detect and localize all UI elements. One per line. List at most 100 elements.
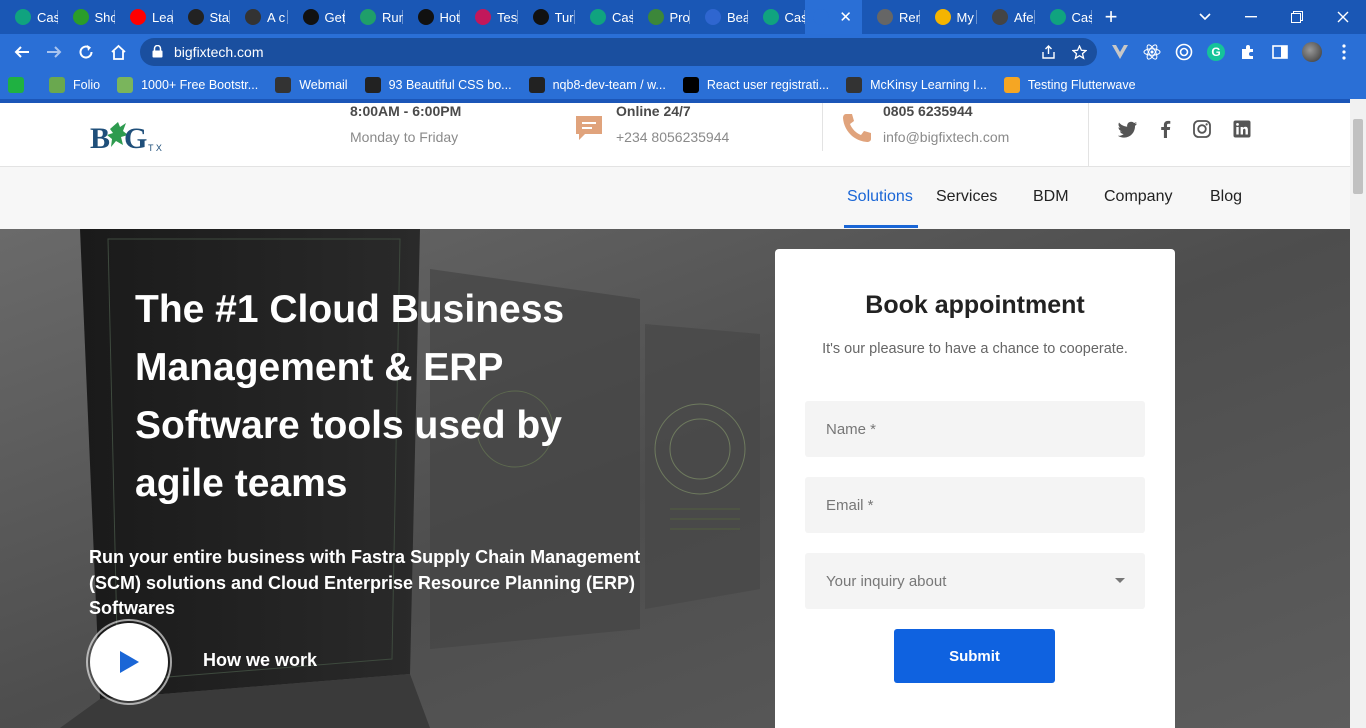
minimize-icon[interactable] bbox=[1228, 0, 1274, 34]
svg-text:T X: T X bbox=[148, 143, 162, 153]
nav-bdm[interactable]: BDM bbox=[1033, 188, 1069, 206]
facebook-icon[interactable] bbox=[1156, 119, 1176, 139]
terminal-icon bbox=[245, 9, 261, 25]
browser-tab[interactable]: Lea bbox=[115, 0, 173, 34]
webmail-icon bbox=[275, 76, 292, 93]
target-extension-icon[interactable] bbox=[1174, 42, 1194, 62]
tab-label: Get bbox=[324, 9, 346, 25]
bookmark-item[interactable]: React user registrati... bbox=[682, 76, 829, 93]
tab-label: Tur bbox=[554, 9, 574, 25]
name-input[interactable]: Name * bbox=[805, 401, 1145, 457]
browser-tab[interactable]: Cas bbox=[575, 0, 633, 34]
browser-tab[interactable]: Cas bbox=[0, 0, 58, 34]
play-video-button[interactable] bbox=[86, 619, 172, 705]
tab-label: A c bbox=[267, 9, 286, 25]
bookmark-item[interactable]: Webmail bbox=[275, 76, 348, 93]
email-placeholder: Email * bbox=[826, 496, 874, 514]
browser-tab[interactable]: Tur bbox=[518, 0, 576, 34]
header-divider bbox=[822, 103, 823, 151]
tab-label: Pro bbox=[669, 9, 690, 25]
linkedin-icon[interactable] bbox=[1232, 119, 1252, 139]
medium-icon bbox=[682, 76, 699, 93]
bookmark-item[interactable] bbox=[8, 76, 32, 93]
browser-tab[interactable]: Get bbox=[288, 0, 346, 34]
bigfix-logo[interactable]: B G T X bbox=[90, 117, 170, 157]
close-tab-icon[interactable]: ✕ bbox=[839, 8, 852, 26]
email-input[interactable]: Email * bbox=[805, 477, 1145, 533]
scrollbar-thumb[interactable] bbox=[1353, 119, 1363, 194]
browser-tab[interactable]: Cas bbox=[1035, 0, 1093, 34]
bookmark-label: McKinsy Learning I... bbox=[870, 77, 987, 92]
browser-tab[interactable]: Afe bbox=[977, 0, 1035, 34]
browser-tab[interactable]: ✕ bbox=[805, 0, 862, 34]
home-icon[interactable] bbox=[104, 38, 132, 66]
bookmark-item[interactable]: Folio bbox=[49, 76, 100, 93]
forward-icon[interactable] bbox=[40, 38, 68, 66]
check-icon bbox=[8, 76, 24, 93]
bea-icon bbox=[705, 9, 721, 25]
menu-kebab-icon[interactable] bbox=[1334, 42, 1354, 62]
bookmark-item[interactable]: nqb8-dev-team / w... bbox=[528, 76, 666, 93]
phone-alt[interactable]: +234 8056235944 bbox=[616, 129, 729, 145]
tab-list: Cas Sho Lea Sta A c Get Run Hot Tes Tur Cas Pro Bea C… bbox=[0, 0, 1092, 34]
globe-icon bbox=[846, 76, 863, 93]
tab-label: Rer bbox=[899, 9, 920, 25]
active-nav-indicator bbox=[844, 225, 918, 228]
page-scrollbar[interactable] bbox=[1350, 99, 1366, 728]
browser-tab[interactable]: Rer bbox=[862, 0, 920, 34]
browser-tab[interactable]: A c bbox=[230, 0, 288, 34]
extensions-puzzle-icon[interactable] bbox=[1238, 42, 1258, 62]
tab-label: Cas bbox=[1071, 9, 1093, 25]
browser-tab[interactable]: Bea bbox=[690, 0, 748, 34]
chatgpt-icon bbox=[1049, 9, 1066, 25]
email-address[interactable]: info@bigfixtech.com bbox=[883, 129, 1009, 145]
new-tab-button[interactable]: + bbox=[1092, 0, 1130, 34]
browser-tab[interactable]: Pro bbox=[633, 0, 691, 34]
nav-services[interactable]: Services bbox=[936, 188, 997, 206]
address-bar[interactable]: bigfixtech.com bbox=[140, 38, 1097, 66]
profile-avatar[interactable] bbox=[1302, 42, 1322, 62]
tab-label: Bea bbox=[727, 9, 748, 25]
browser-tab[interactable]: Sta bbox=[173, 0, 231, 34]
vue-devtools-icon[interactable] bbox=[1110, 42, 1130, 62]
bookmark-item[interactable]: 1000+ Free Bootstr... bbox=[117, 76, 258, 93]
inquiry-select[interactable]: Your inquiry about bbox=[805, 553, 1145, 609]
nav-company[interactable]: Company bbox=[1104, 188, 1172, 206]
browser-tab[interactable]: Cas bbox=[748, 0, 805, 34]
url-text[interactable]: bigfixtech.com bbox=[174, 44, 263, 60]
browser-tab[interactable]: Run bbox=[345, 0, 403, 34]
submit-button[interactable]: Submit bbox=[894, 629, 1055, 683]
star-icon[interactable] bbox=[1069, 43, 1089, 61]
hashnode-icon bbox=[72, 9, 89, 25]
instagram-icon[interactable] bbox=[1192, 119, 1212, 139]
close-window-icon[interactable] bbox=[1320, 0, 1366, 34]
share-icon[interactable] bbox=[1038, 43, 1058, 61]
bookmark-item[interactable]: 93 Beautiful CSS bo... bbox=[364, 76, 512, 93]
tab-search-icon[interactable] bbox=[1182, 0, 1228, 34]
restore-icon[interactable] bbox=[1274, 0, 1320, 34]
leaf-icon bbox=[117, 76, 134, 93]
grammarly-icon[interactable]: G bbox=[1206, 42, 1226, 62]
play-button-inner[interactable] bbox=[90, 623, 168, 701]
stack-icon bbox=[187, 9, 204, 25]
bookmark-item[interactable]: Testing Flutterwave bbox=[1003, 76, 1136, 93]
browser-tab[interactable]: Hot bbox=[403, 0, 461, 34]
nav-solutions[interactable]: Solutions bbox=[847, 188, 913, 206]
website-viewport: B G T X 8:00AM - 6:00PM Monday to Friday… bbox=[0, 99, 1350, 728]
back-icon[interactable] bbox=[8, 38, 36, 66]
twitter-icon[interactable] bbox=[1118, 119, 1138, 139]
browser-tab[interactable]: Sho bbox=[58, 0, 115, 34]
side-panel-icon[interactable] bbox=[1270, 42, 1290, 62]
bigfix-icon bbox=[813, 9, 829, 25]
browser-tab[interactable]: Tes bbox=[460, 0, 518, 34]
lock-icon[interactable] bbox=[152, 45, 163, 58]
phone-number[interactable]: 0805 6235944 bbox=[883, 103, 973, 119]
nav-blog[interactable]: Blog bbox=[1210, 188, 1242, 206]
flutterwave-icon bbox=[1003, 76, 1020, 93]
react-devtools-icon[interactable] bbox=[1142, 42, 1162, 62]
bookmark-item[interactable]: McKinsy Learning I... bbox=[846, 76, 987, 93]
reload-icon[interactable] bbox=[72, 38, 100, 66]
browser-tab[interactable]: My bbox=[920, 0, 978, 34]
how-we-work-link[interactable]: How we work bbox=[203, 650, 317, 671]
test-icon bbox=[475, 9, 491, 25]
